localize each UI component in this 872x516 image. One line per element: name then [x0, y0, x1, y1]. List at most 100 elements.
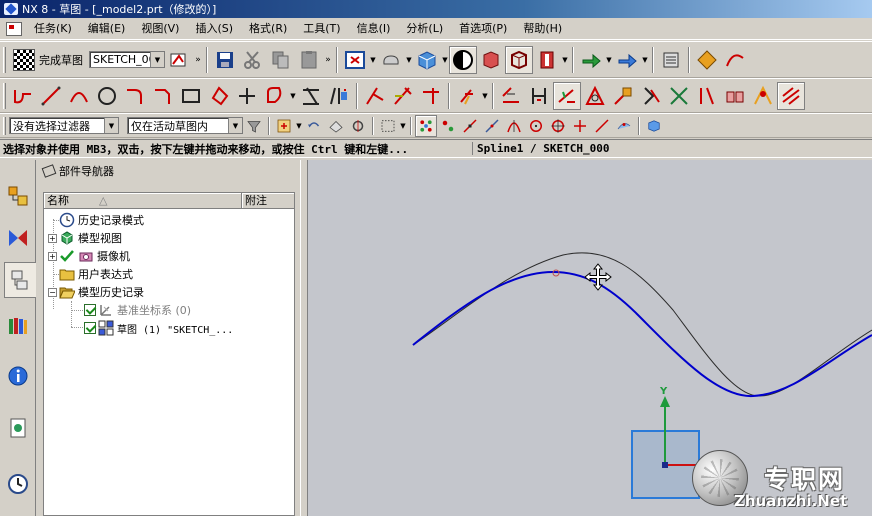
fit-view-button[interactable] [341, 46, 369, 74]
point-button[interactable] [233, 82, 261, 110]
dropdown-arrow-icon[interactable]: ▼ [289, 90, 297, 102]
menu-tools[interactable]: 工具(T) [295, 19, 348, 39]
more-arrow-icon[interactable]: » [323, 55, 333, 65]
panel-splitter[interactable] [300, 160, 308, 516]
delay-evaluation-button[interactable] [777, 81, 805, 110]
snap-endpoint-button[interactable] [437, 115, 459, 137]
menu-insert[interactable]: 插入(S) [187, 19, 241, 39]
finish-sketch-button[interactable]: 完成草图 [9, 46, 87, 74]
layer-settings-button[interactable] [657, 46, 685, 74]
copy-button[interactable] [267, 46, 295, 74]
tree-item-cameras[interactable]: + 摄像机 [48, 247, 130, 265]
shaded-cube-button[interactable] [413, 46, 441, 74]
pin-icon[interactable] [41, 164, 57, 178]
inferred-dimension-button[interactable] [497, 82, 525, 110]
snap-midpoint-button[interactable] [459, 115, 481, 137]
window-title-bar[interactable]: NX 8 - 草图 - [_model2.prt（修改的）] [0, 0, 872, 18]
orient-to-sketch-button[interactable] [165, 46, 193, 74]
undo-button[interactable] [303, 115, 325, 137]
dropdown-arrow-icon[interactable]: ▼ [481, 90, 489, 102]
dropdown-arrow-icon[interactable]: ▼ [405, 54, 413, 66]
more-tools-button[interactable] [721, 46, 749, 74]
menu-edit[interactable]: 编辑(E) [80, 19, 134, 39]
tree-item-sketch[interactable]: 草图 (1) "SKETCH_... [84, 319, 233, 337]
mirror-button[interactable] [325, 82, 353, 110]
sketch-task-icon[interactable] [6, 21, 22, 36]
original-spline-curve[interactable] [412, 252, 872, 397]
toolbar-grip[interactable] [3, 46, 6, 73]
geometric-constraint-button[interactable] [525, 82, 553, 110]
cut-button[interactable] [239, 46, 267, 74]
dropdown-arrow-icon[interactable]: ▼ [295, 120, 303, 132]
menu-preferences[interactable]: 首选项(P) [451, 19, 515, 39]
menu-info[interactable]: 信息(I) [349, 19, 399, 39]
quick-extend-button[interactable] [361, 82, 389, 110]
toolbar-grip[interactable] [3, 116, 6, 135]
feature-select-button[interactable] [347, 115, 369, 137]
menu-help[interactable]: 帮助(H) [515, 19, 570, 39]
fillet-button[interactable] [121, 82, 149, 110]
convert-reference-button[interactable] [637, 82, 665, 110]
derived-line-button[interactable] [417, 82, 445, 110]
snap-point-on-curve-button[interactable] [591, 115, 613, 137]
toolbar-grip[interactable] [3, 82, 6, 109]
snap-intersection-button[interactable] [503, 115, 525, 137]
tab-web-browser[interactable] [4, 358, 32, 394]
dropdown-arrow-icon[interactable]: ▼ [399, 120, 407, 132]
column-name-header[interactable]: 名称 △ [44, 193, 242, 208]
csys-origin[interactable] [662, 462, 668, 468]
wcs-button[interactable] [577, 46, 605, 74]
tab-constraint-navigator[interactable] [4, 220, 32, 256]
tree-item-history-mode[interactable]: 历史记录模式 [48, 211, 144, 229]
offset-curve-button[interactable] [261, 82, 289, 110]
tree-item-user-expressions[interactable]: 用户表达式 [48, 265, 133, 283]
snap-enable-button[interactable] [415, 114, 437, 137]
menu-view[interactable]: 视图(V) [133, 19, 187, 39]
tree-item-datum-csys[interactable]: 基准坐标系 (0) [84, 301, 191, 319]
type-filter-select[interactable]: 没有选择过滤器 ▼ [9, 117, 119, 134]
section-view-button[interactable] [477, 46, 505, 74]
selection-scope-select[interactable]: 仅在活动草图内 ▼ [127, 117, 243, 134]
tab-part-navigator[interactable] [4, 262, 36, 298]
dropdown-arrow-icon[interactable]: ▼ [641, 54, 649, 66]
rotate-view-button[interactable] [377, 46, 405, 74]
filter-settings-button[interactable] [243, 115, 265, 137]
profile-button[interactable] [9, 82, 37, 110]
arc-button[interactable] [65, 82, 93, 110]
show-constraints-button[interactable] [553, 81, 581, 110]
tab-system-materials[interactable] [4, 466, 32, 502]
expand-toggle[interactable]: + [48, 233, 57, 243]
move-object-button[interactable] [693, 46, 721, 74]
line-button[interactable] [37, 82, 65, 110]
chamfer-button[interactable] [149, 82, 177, 110]
tree-item-model-views[interactable]: + 模型视图 [48, 229, 122, 247]
paste-button[interactable] [295, 46, 323, 74]
snap-point-on-surface-button[interactable] [613, 115, 635, 137]
select-all-button[interactable] [325, 115, 347, 137]
tab-reuse-library[interactable] [4, 308, 32, 344]
visibility-checkbox[interactable] [84, 304, 96, 316]
quick-trim-button[interactable] [297, 82, 325, 110]
rectangle-button[interactable] [177, 82, 205, 110]
more-arrow-icon[interactable]: » [193, 55, 203, 65]
column-note-header[interactable]: 附注 [242, 193, 294, 208]
update-model-button[interactable] [749, 82, 777, 110]
menu-format[interactable]: 格式(R) [241, 19, 295, 39]
snap-control-point-button[interactable] [481, 115, 503, 137]
save-button[interactable] [211, 46, 239, 74]
wireframe-cube-button[interactable] [505, 45, 533, 74]
menu-analysis[interactable]: 分析(L) [398, 19, 451, 39]
sketch-name-select[interactable]: SKETCH_000 ▼ [89, 51, 165, 68]
tab-history[interactable] [4, 410, 32, 446]
edit-section-button[interactable] [533, 46, 561, 74]
visibility-checkbox[interactable] [84, 322, 96, 334]
display-mode-button[interactable] [449, 45, 477, 74]
collapse-toggle[interactable]: − [48, 287, 57, 297]
relations-browser-button[interactable] [693, 82, 721, 110]
menu-task[interactable]: 任务(K) [26, 19, 80, 39]
dropdown-arrow-icon[interactable]: ▼ [605, 54, 613, 66]
tab-assembly-navigator[interactable] [4, 178, 32, 214]
selection-intent-button[interactable] [273, 115, 295, 137]
rectangle-select-button[interactable] [377, 115, 399, 137]
sketch-style-button[interactable] [721, 82, 749, 110]
